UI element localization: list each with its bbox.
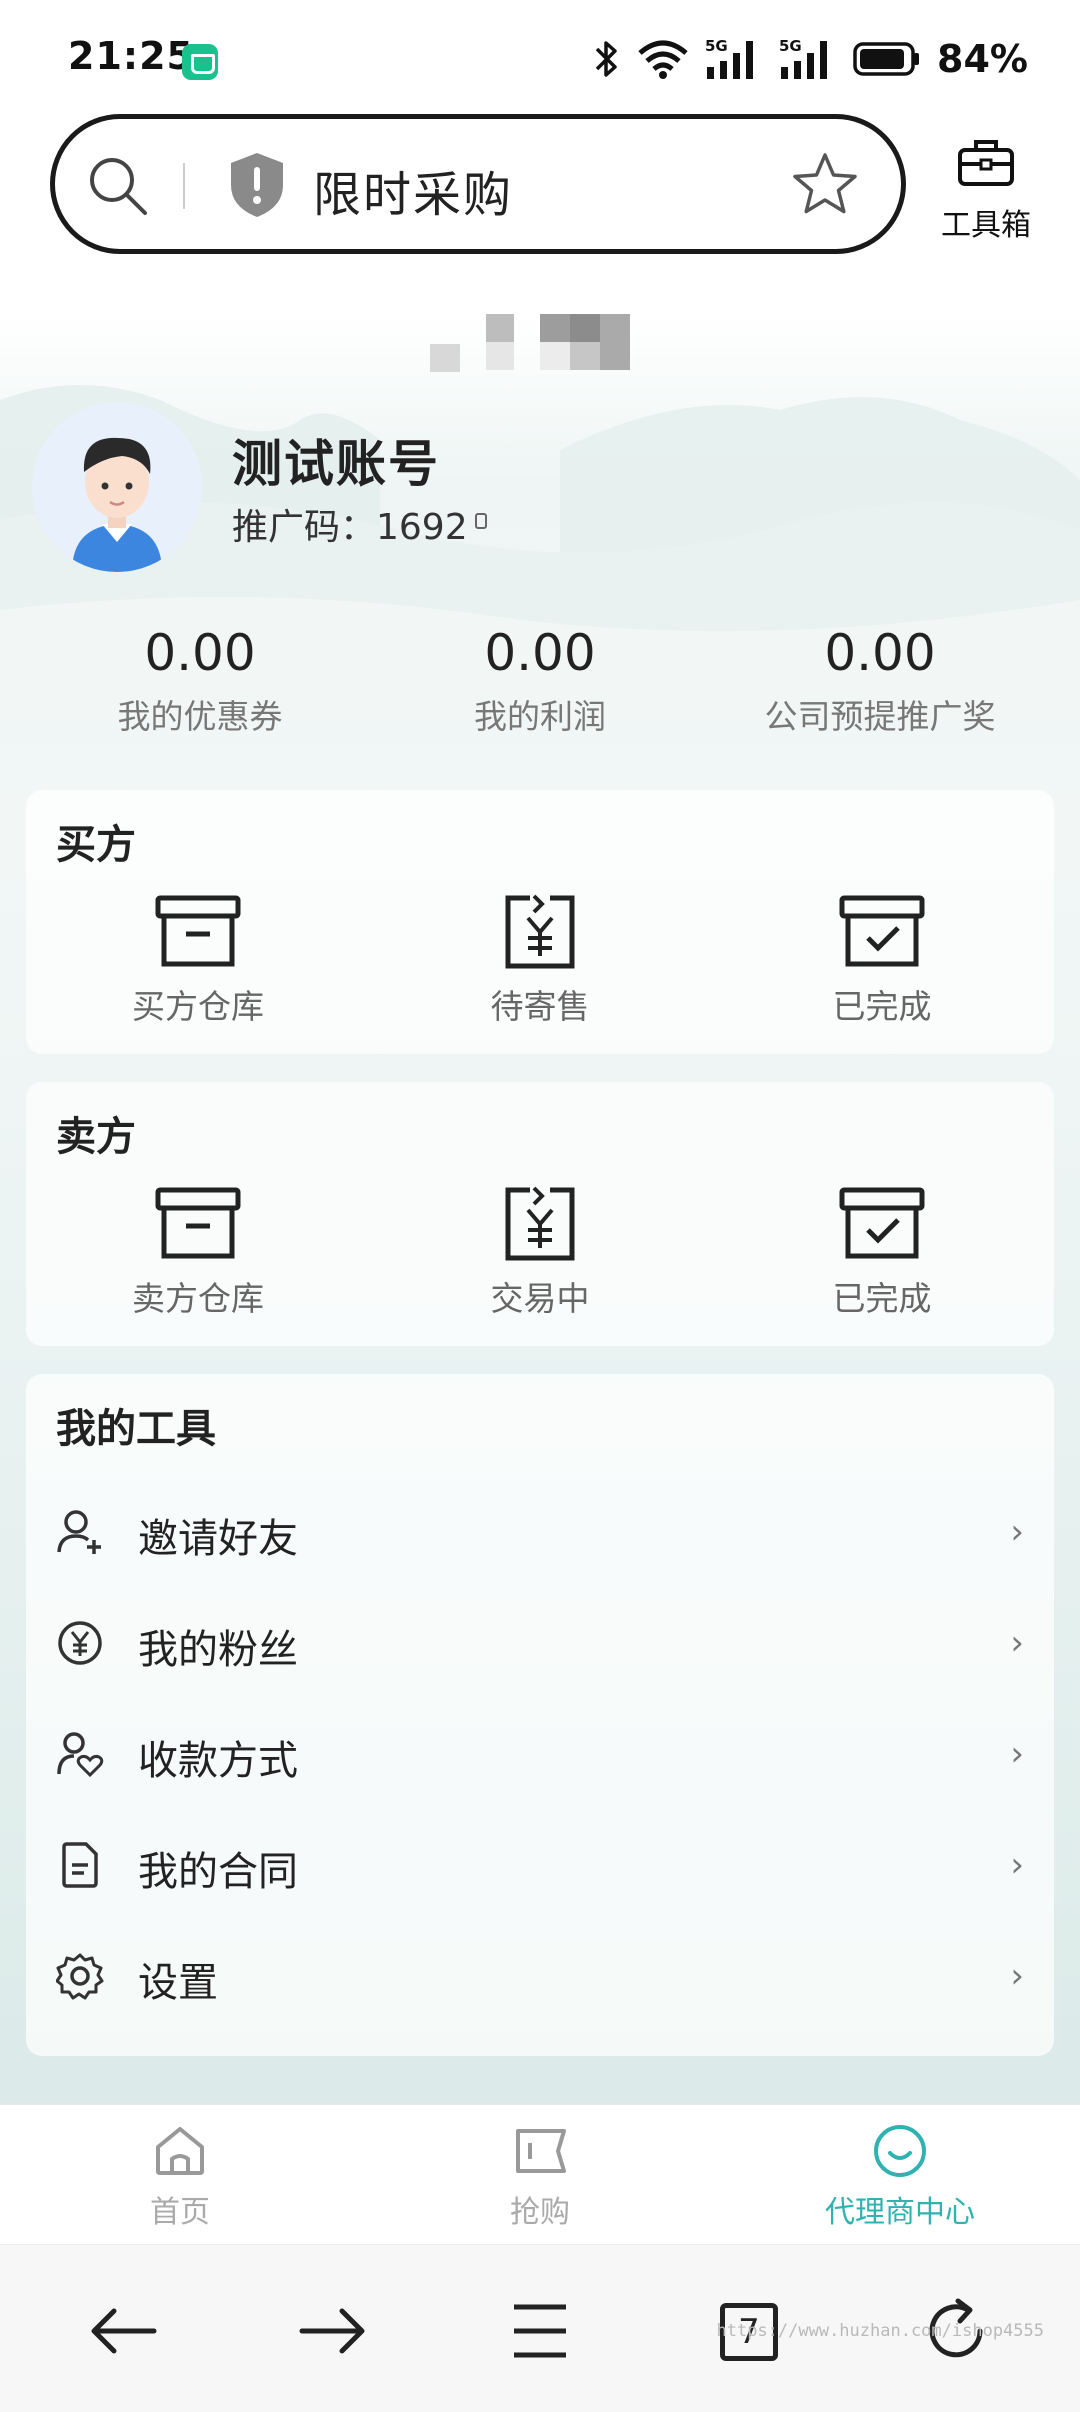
buyer-warehouse-label: 买方仓库: [132, 987, 264, 1026]
star-icon[interactable]: [791, 151, 859, 219]
archive-box-icon: [155, 895, 241, 967]
yuan-circle-icon: [58, 1621, 102, 1665]
chevron-right-icon: ›: [1010, 1734, 1024, 1774]
tools-card: 我的工具 邀请好友 › 我的粉丝 › 收款方式 › 我的合同 › 设置 ›: [26, 1374, 1054, 2056]
buyer-completed[interactable]: 已完成: [762, 894, 1002, 1028]
search-query[interactable]: 限时采购: [313, 155, 513, 225]
smile-icon: [874, 2125, 926, 2177]
seller-completed-label: 已完成: [832, 1279, 932, 1318]
archive-check-icon: [839, 1187, 925, 1259]
seller-warehouse-label: 卖方仓库: [132, 1279, 264, 1318]
seller-trading-label: 交易中: [490, 1279, 590, 1318]
seller-title: 卖方: [56, 1114, 136, 1160]
seller-trading[interactable]: 交易中: [420, 1186, 660, 1320]
svg-text:5G: 5G: [705, 37, 728, 55]
watermark-text: https://www.huzhan.com/ishop4555: [716, 2321, 1044, 2341]
archive-check-icon: [839, 895, 925, 967]
home-icon: [156, 2127, 204, 2175]
buyer-title: 买方: [56, 822, 136, 868]
seller-completed[interactable]: 已完成: [762, 1186, 1002, 1320]
tool-my-fans-label: 我的粉丝: [138, 1627, 298, 1673]
battery-percent: 84%: [937, 37, 1028, 81]
chevron-right-icon: ›: [1010, 1512, 1024, 1552]
chevron-right-icon: ›: [1010, 1956, 1024, 1996]
yuan-transfer-icon: [505, 1186, 575, 1261]
tool-settings-label: 设置: [138, 1960, 218, 2006]
avatar[interactable]: [32, 402, 202, 572]
search-bar[interactable]: 限时采购: [50, 114, 906, 254]
status-time: 21:25: [68, 34, 194, 78]
tool-payment-method[interactable]: 收款方式 ›: [26, 1698, 1054, 1808]
toolbox-button[interactable]: 工具箱: [936, 136, 1036, 246]
gear-icon: [56, 1953, 104, 2000]
stat-coupons[interactable]: 0.00 我的优惠券: [20, 624, 380, 738]
back-arrow-icon[interactable]: [84, 2291, 164, 2371]
user-heart-icon: [57, 1732, 104, 1778]
stat-profit[interactable]: 0.00 我的利润: [360, 624, 720, 738]
tab-flash-sale[interactable]: 抢购: [360, 2105, 720, 2245]
tool-settings[interactable]: 设置 ›: [26, 1920, 1054, 2030]
tab-home-label: 首页: [150, 2195, 210, 2230]
stat-coupons-value: 0.00: [144, 624, 256, 682]
browser-nav-bar: 7 https://www.huzhan.com/ishop4555: [0, 2244, 1080, 2412]
tool-invite-friends-label: 邀请好友: [138, 1516, 298, 1562]
archive-box-icon: [155, 1187, 241, 1259]
avatar-illustration-icon: [32, 402, 202, 572]
buyer-completed-label: 已完成: [832, 987, 932, 1026]
tool-invite-friends[interactable]: 邀请好友 ›: [26, 1476, 1054, 1586]
username: 测试账号: [232, 435, 440, 493]
buyer-warehouse[interactable]: 买方仓库: [78, 894, 318, 1028]
stat-profit-label: 我的利润: [474, 697, 606, 736]
tab-home[interactable]: 首页: [0, 2105, 360, 2245]
stat-promotion-bonus[interactable]: 0.00 公司预提推广奖: [700, 624, 1060, 738]
copy-icon[interactable]: [474, 512, 488, 530]
tools-title: 我的工具: [56, 1406, 216, 1452]
seller-card: 卖方 卖方仓库 交易中 已完成: [26, 1082, 1054, 1346]
status-icons: 5G 5G 84%: [593, 34, 1028, 84]
user-add-icon: [57, 1510, 101, 1554]
bluetooth-icon: [595, 41, 617, 77]
stat-profit-value: 0.00: [484, 624, 596, 682]
chevron-right-icon: ›: [1010, 1845, 1024, 1885]
tab-flash-sale-label: 抢购: [510, 2195, 570, 2230]
tab-agent-center[interactable]: 代理商中心: [720, 2105, 1080, 2245]
stat-promotion-bonus-label: 公司预提推广奖: [764, 697, 996, 736]
toolbox-icon: [958, 140, 1014, 186]
buyer-pending-consign[interactable]: 待寄售: [420, 894, 660, 1028]
tool-my-fans[interactable]: 我的粉丝 ›: [26, 1587, 1054, 1697]
tab-agent-center-label: 代理商中心: [825, 2195, 975, 2230]
yuan-transfer-icon: [505, 894, 575, 969]
stat-promotion-bonus-value: 0.00: [824, 624, 936, 682]
status-bar: 21:25 5G 5G 84%: [0, 0, 1080, 120]
referral-code: 推广码：1692: [232, 507, 468, 548]
battery-icon: [853, 42, 920, 76]
wifi-icon: [638, 40, 688, 79]
app-notification-icon: [182, 44, 218, 80]
signal-5g-icon: 5G: [705, 37, 754, 79]
chevron-right-icon: ›: [1010, 1623, 1024, 1663]
svg-text:5G: 5G: [779, 37, 802, 55]
bottom-tab-bar: 首页 抢购 代理商中心: [0, 2104, 1080, 2244]
search-icon[interactable]: [85, 153, 151, 219]
signal-5g-icon-2: 5G: [779, 37, 828, 79]
stat-coupons-label: 我的优惠券: [117, 697, 283, 736]
forward-arrow-icon[interactable]: [292, 2291, 372, 2371]
tool-my-contracts-label: 我的合同: [138, 1849, 298, 1895]
search-divider: [183, 163, 185, 209]
document-icon: [62, 1842, 98, 1888]
seller-warehouse[interactable]: 卖方仓库: [78, 1186, 318, 1320]
buyer-pending-consign-label: 待寄售: [490, 987, 590, 1026]
tool-payment-method-label: 收款方式: [138, 1738, 298, 1784]
shield-alert-icon: [231, 153, 283, 217]
toolbox-label: 工具箱: [941, 208, 1031, 243]
tool-my-contracts[interactable]: 我的合同 ›: [26, 1809, 1054, 1919]
buyer-card: 买方 买方仓库 待寄售 已完成: [26, 790, 1054, 1054]
menu-icon[interactable]: [500, 2291, 580, 2371]
ticket-icon: [516, 2129, 566, 2173]
